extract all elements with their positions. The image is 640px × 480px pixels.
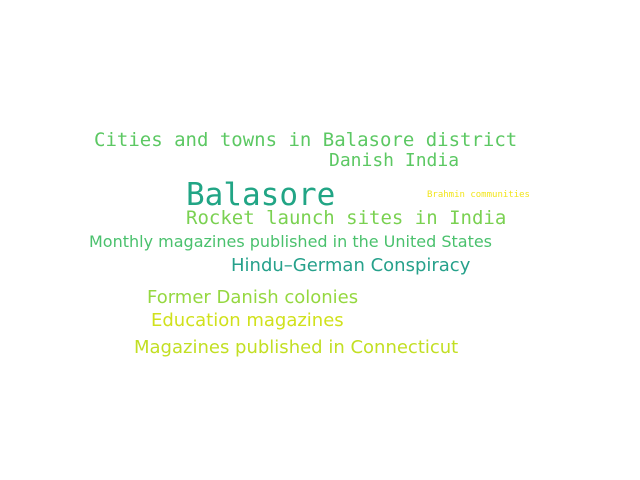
word-hindu-german-conspiracy: Hindu–German Conspiracy (231, 255, 471, 276)
word-cities-and-towns-in-balasore-district: Cities and towns in Balasore district (94, 129, 518, 151)
word-brahmin-communities: Brahmin communities (427, 190, 530, 200)
word-magazines-published-in-connecticut: Magazines published in Connecticut (134, 337, 459, 358)
word-education-magazines: Education magazines (151, 310, 344, 331)
word-monthly-magazines-published-in-the-united-states: Monthly magazines published in the Unite… (89, 232, 493, 251)
word-cloud: Cities and towns in Balasore district Da… (0, 0, 640, 480)
word-former-danish-colonies: Former Danish colonies (147, 287, 359, 308)
word-rocket-launch-sites-in-india: Rocket launch sites in India (186, 207, 507, 229)
word-danish-india: Danish India (329, 150, 460, 171)
